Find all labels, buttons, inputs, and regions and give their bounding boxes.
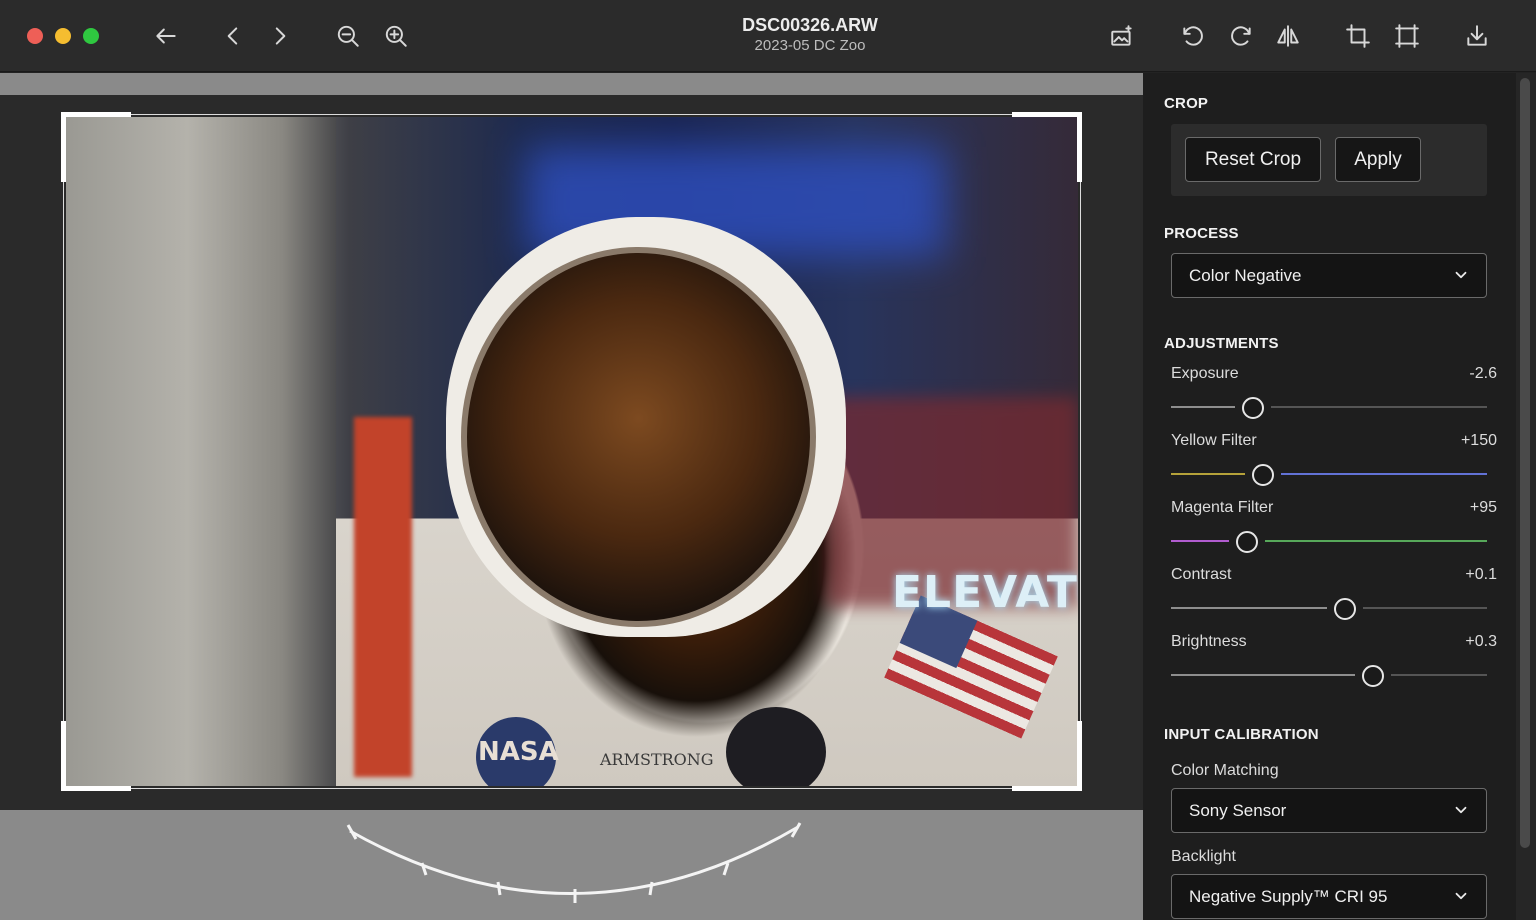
- file-name: DSC00326.ARW: [742, 15, 878, 35]
- slider-thumb[interactable]: [1362, 665, 1384, 687]
- chevron-down-icon: [1452, 266, 1470, 284]
- slider-track-right: [1363, 607, 1487, 609]
- name-tag: ARMSTRONG: [600, 750, 714, 769]
- slider-thumb[interactable]: [1334, 598, 1356, 620]
- slider-track-left: [1171, 607, 1327, 609]
- zoom-out-icon: [337, 25, 359, 47]
- minimize-window-button[interactable]: [55, 28, 71, 44]
- elevator-sign: ELEVATO: [892, 567, 1078, 618]
- adjustment-value: +0.3: [1465, 633, 1497, 650]
- rotate-left-icon: [1183, 26, 1203, 46]
- input-calibration-section-title: INPUT CALIBRATION: [1164, 726, 1319, 743]
- color-matching-label: Color Matching: [1171, 762, 1279, 779]
- adjustment-slider[interactable]: [1171, 663, 1487, 687]
- window-title: DSC00326.ARW 2023-05 DC Zoo: [610, 14, 1010, 56]
- process-section-title: PROCESS: [1164, 225, 1239, 242]
- adjustment-label: Yellow Filter: [1171, 432, 1257, 449]
- back-button[interactable]: [148, 18, 184, 54]
- next-image-button[interactable]: [262, 18, 298, 54]
- slider-thumb[interactable]: [1252, 464, 1274, 486]
- adjustment-slider[interactable]: [1171, 462, 1487, 486]
- crop-tool-button[interactable]: [1340, 18, 1376, 54]
- slider-track-left: [1171, 406, 1235, 408]
- crop-handle-top-right[interactable]: [1012, 112, 1082, 182]
- backlight-select[interactable]: Negative Supply™ CRI 95: [1171, 874, 1487, 919]
- slider-thumb[interactable]: [1242, 397, 1264, 419]
- export-button[interactable]: [1459, 18, 1495, 54]
- helmet-visor: [461, 247, 816, 627]
- adjustment-label: Exposure: [1171, 365, 1239, 382]
- adjustment-slider[interactable]: [1171, 395, 1487, 419]
- slider-thumb[interactable]: [1236, 531, 1258, 553]
- adjustment-label: Contrast: [1171, 566, 1232, 583]
- zoom-in-button[interactable]: [378, 18, 414, 54]
- color-matching-select[interactable]: Sony Sensor: [1171, 788, 1487, 833]
- slider-track-right: [1265, 540, 1487, 542]
- backlight-label: Backlight: [1171, 848, 1236, 865]
- frame-icon: [1395, 24, 1419, 48]
- image-settings-button[interactable]: [1104, 18, 1140, 54]
- slider-track-right: [1271, 406, 1487, 408]
- adjustment-slider[interactable]: [1171, 529, 1487, 553]
- chevron-down-icon: [1452, 801, 1470, 819]
- previous-icon: [227, 27, 238, 45]
- next-icon: [275, 27, 286, 45]
- zoom-in-icon: [385, 25, 407, 47]
- rotate-left-button[interactable]: [1175, 18, 1211, 54]
- chevron-down-icon: [1452, 887, 1470, 905]
- crop-handle-bottom-left[interactable]: [61, 721, 131, 791]
- roll-name: 2023-05 DC Zoo: [754, 37, 866, 54]
- crop-handle-top-left[interactable]: [61, 112, 131, 182]
- adjustment-slider[interactable]: [1171, 596, 1487, 620]
- crop-icon: [1346, 24, 1370, 48]
- scroll-thumb[interactable]: [1520, 78, 1530, 848]
- zoom-out-button[interactable]: [330, 18, 366, 54]
- adjustments-section-title: ADJUSTMENTS: [1164, 335, 1279, 352]
- process-select[interactable]: Color Negative: [1171, 253, 1487, 298]
- previous-image-button[interactable]: [215, 18, 251, 54]
- slider-track-left: [1171, 674, 1355, 676]
- slider-track-left: [1171, 473, 1245, 475]
- crop-section-title: CROP: [1164, 95, 1209, 112]
- rotate-right-button[interactable]: [1223, 18, 1259, 54]
- flip-horizontal-button[interactable]: [1270, 18, 1306, 54]
- crop-handle-bottom-right[interactable]: [1012, 721, 1082, 791]
- export-icon: [1467, 25, 1487, 46]
- adjustment-label: Magenta Filter: [1171, 499, 1274, 516]
- rotation-dial[interactable]: [330, 813, 810, 903]
- mission-patch: [726, 707, 826, 786]
- apply-button[interactable]: Apply: [1335, 137, 1421, 182]
- photo-preview: ELEVATO NASA ARMSTRONG: [66, 117, 1078, 786]
- title-bar: DSC00326.ARW 2023-05 DC Zoo: [0, 0, 1536, 72]
- adjustment-label: Brightness: [1171, 633, 1247, 650]
- adjustment-value: +0.1: [1465, 566, 1497, 583]
- slider-track-right: [1391, 674, 1487, 676]
- flip-horizontal-icon: [1277, 25, 1299, 47]
- back-arrow-icon: [156, 28, 176, 44]
- reset-crop-button[interactable]: Reset Crop: [1185, 137, 1321, 182]
- adjustment-value: +150: [1460, 432, 1497, 449]
- adjustment-value: -2.6: [1469, 365, 1497, 382]
- nasa-text: NASA: [478, 737, 559, 767]
- rotate-right-icon: [1231, 26, 1251, 46]
- moon-rock: [66, 117, 336, 786]
- slider-track-right: [1281, 473, 1487, 475]
- image-settings-icon: [1111, 25, 1132, 46]
- close-window-button[interactable]: [27, 28, 43, 44]
- maximize-window-button[interactable]: [83, 28, 99, 44]
- slider-track-left: [1171, 540, 1229, 542]
- frame-tool-button[interactable]: [1389, 18, 1425, 54]
- process-select-value: Color Negative: [1189, 265, 1302, 285]
- color-matching-value: Sony Sensor: [1189, 800, 1287, 820]
- app-window: DSC00326.ARW 2023-05 DC Zoo ELEVAT NASA …: [0, 0, 1536, 920]
- red-pillar: [354, 417, 412, 777]
- adjustment-value: +95: [1469, 499, 1497, 516]
- backlight-value: Negative Supply™ CRI 95: [1189, 886, 1388, 906]
- rotation-arc-icon: [346, 822, 802, 903]
